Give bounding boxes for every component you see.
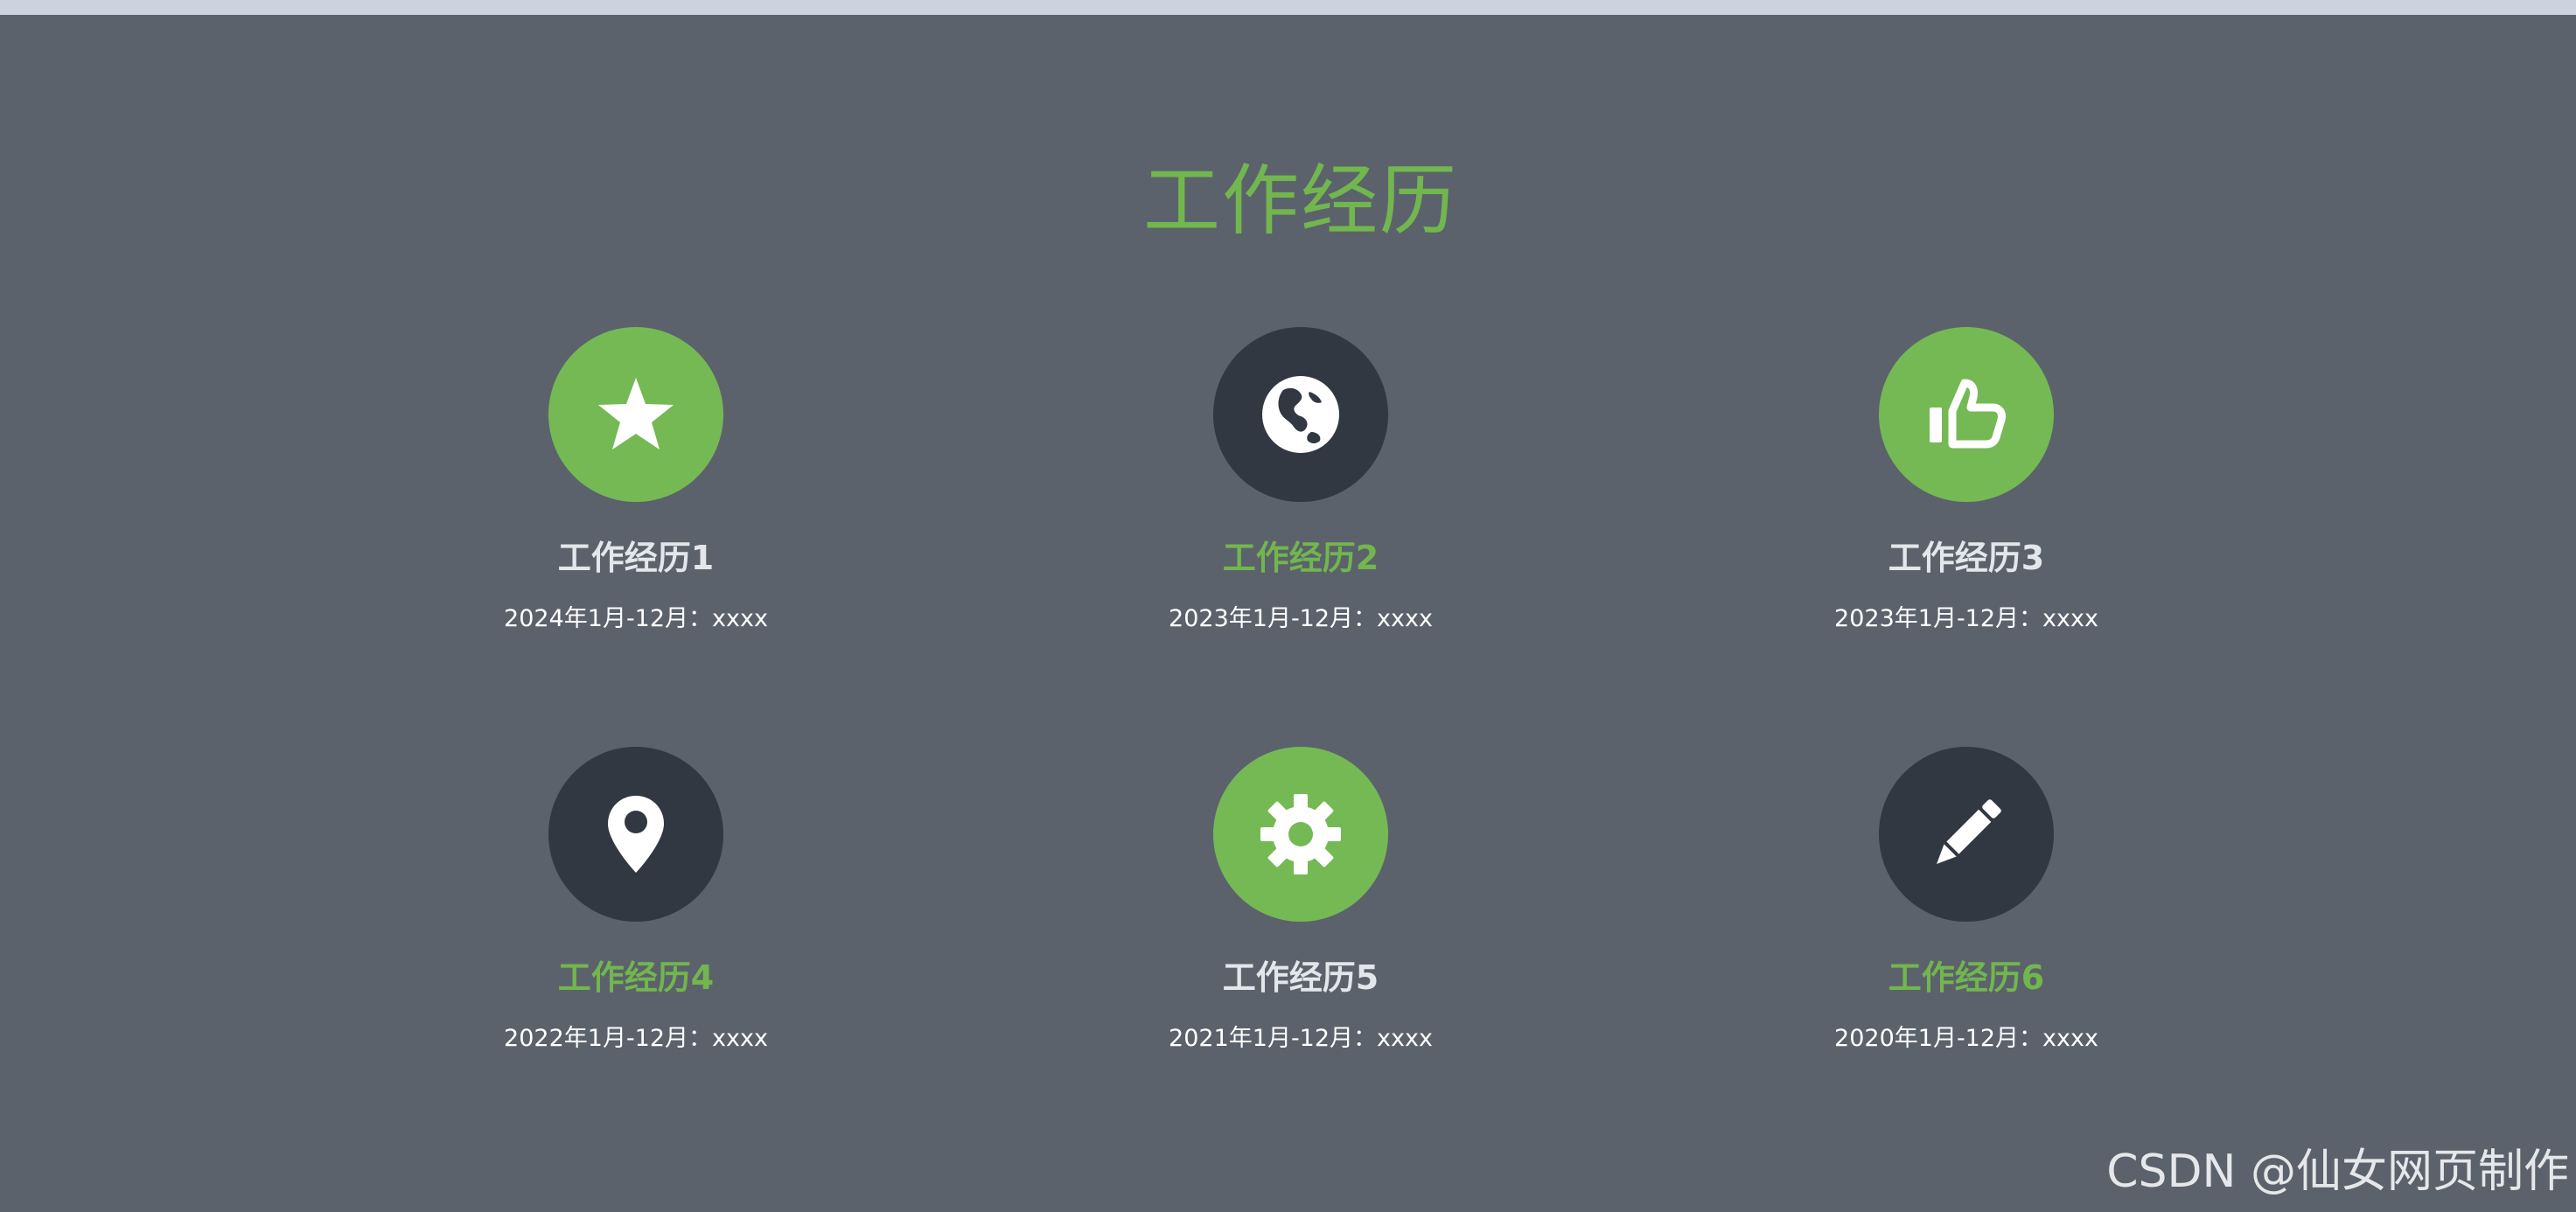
experience-card-4: 工作经历4 2022年1月-12月：xxxx: [417, 747, 855, 1055]
card-title: 工作经历6: [1888, 958, 2045, 997]
card-date: 2023年1月-12月：xxxx: [1169, 605, 1433, 632]
card-date: 2023年1月-12月：xxxx: [1834, 605, 2098, 632]
card-date: 2020年1月-12月：xxxx: [1834, 1025, 2098, 1052]
card-title: 工作经历2: [1222, 539, 1379, 577]
card-title: 工作经历3: [1888, 539, 2045, 577]
experience-card-2: 工作经历2 2023年1月-12月：xxxx: [1082, 327, 1519, 635]
thumbs-up-icon: [1930, 379, 2006, 449]
card-title: 工作经历5: [1222, 958, 1379, 997]
icon-circle: [548, 747, 723, 922]
icon-circle: [1213, 747, 1388, 922]
top-strip: [0, 0, 2576, 15]
gear-icon: [1260, 794, 1341, 874]
experience-card-1: 工作经历1 2024年1月-12月：xxxx: [417, 327, 855, 635]
icon-circle: [1879, 327, 2054, 502]
experience-card-5: 工作经历5 2021年1月-12月：xxxx: [1082, 747, 1519, 1055]
icon-circle: [1213, 327, 1388, 502]
section-title: 工作经历: [1142, 156, 1458, 246]
card-date: 2024年1月-12月：xxxx: [504, 605, 768, 632]
globe-icon: [1262, 376, 1339, 453]
star-icon: [598, 378, 674, 449]
map-marker-icon: [608, 796, 664, 873]
icon-circle: [548, 327, 723, 502]
card-title: 工作经历1: [557, 539, 715, 577]
card-date: 2021年1月-12月：xxxx: [1169, 1025, 1433, 1052]
watermark: CSDN @仙女网页制作: [2106, 1146, 2569, 1198]
card-date: 2022年1月-12月：xxxx: [504, 1025, 768, 1052]
experience-card-6: 工作经历6 2020年1月-12月：xxxx: [1748, 747, 2185, 1055]
card-title: 工作经历4: [557, 958, 715, 997]
pencil-icon: [1937, 799, 2001, 864]
experience-card-3: 工作经历3 2023年1月-12月：xxxx: [1748, 327, 2185, 635]
icon-circle: [1879, 747, 2054, 922]
